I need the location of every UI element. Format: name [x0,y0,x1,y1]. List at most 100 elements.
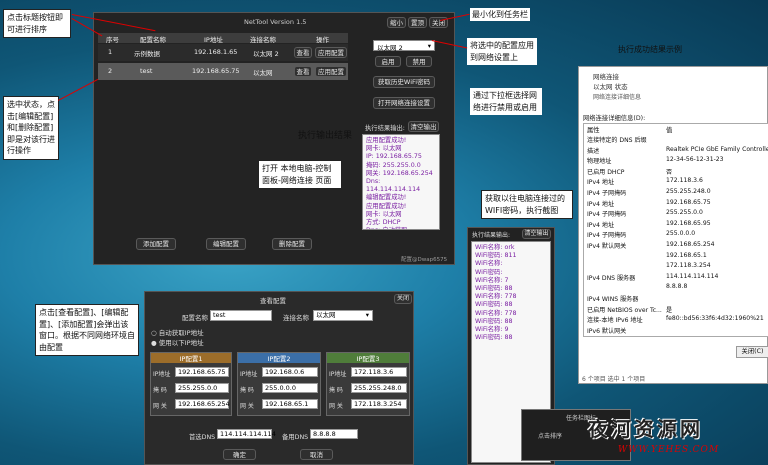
ip-group-3: IP配置3 IP地址 172.118.3.6 掩 码 255.255.248.0… [326,352,410,416]
apply-config-button[interactable]: 应用配置 [315,66,347,77]
netwin-title: 网络连接 [593,73,619,81]
window-title: NetTool Version 1.5 [244,18,307,26]
edit-config-button[interactable]: 编辑配置 [206,238,246,250]
ip-label: IP地址 [329,371,347,378]
netwin-prop: IPv4 DNS 服务器 [587,274,636,282]
netwin-detail-row: IPv4 子网掩码 255.255.248.0 [587,188,767,197]
add-config-button[interactable]: 添加配置 [136,238,176,250]
view-button[interactable]: 查看 [294,66,312,77]
col-header-conn[interactable]: 连接名称 [250,34,276,44]
wifi-output-line: WiFi密码: 88 [475,317,513,325]
netwin-prop: IPv4 地址 [587,179,615,187]
netwin-prop: IPv4 WINS 服务器 [587,296,639,303]
col-header-name[interactable]: 配置名称 [140,34,166,44]
netwin-prop: IPv4 子网掩码 [587,190,627,197]
mask-input[interactable]: 255.255.0.0 [175,383,229,393]
ip-label: IP地址 [240,371,258,378]
netwin-value: 255.255.0.0 [666,209,703,217]
netwin-value: 172.118.3.254 [666,262,711,270]
output-line: 网关: 192.168.65.254 [366,169,433,177]
dialog-close-button[interactable]: 关闭 [394,294,412,304]
radio-manual[interactable]: ● 使用以下IP地址 [151,337,204,347]
ok-button[interactable]: 确定 [223,449,256,460]
network-details-window: 网络连接 以太网 状态 网络连接详细信息 网络连接详细信息(D): 属性 值 连… [578,66,768,384]
dialog-title: 查看配置 [260,297,286,305]
netwin-prop: 已启用 NetBIOS over Tc... [587,306,662,314]
wifi-output-line: WiFi密码: [475,268,503,276]
netwin-value: 否 [666,168,673,176]
col-header-action[interactable]: 操作 [316,34,329,44]
radio-auto-label: 自动获取IP地址 [158,329,204,337]
open-netset-button[interactable]: 打开网络连接设置 [373,97,435,109]
netwin-detail-row: IPv4 地址 192.168.65.95 [587,220,767,229]
note-result-example: 执行成功结果示例 [618,45,682,54]
row-conn: 以太网 2 [253,50,279,58]
netwin-detail-row: 连接-本地 IPv6 地址 fe80::bd56:33f6:4d32:1960%2… [587,315,767,324]
topmost-button[interactable]: 置顶 [408,17,427,28]
netwin-value: 255.0.0.0 [666,230,696,238]
netwin-value: 255.255.248.0 [666,188,711,195]
netwin-prop: 物理地址 [587,158,612,166]
apply-config-button[interactable]: 应用配置 [315,47,347,58]
ip-input[interactable]: 192.168.0.6 [262,367,318,377]
dns1-label: 首选DNS [189,434,216,441]
mask-input[interactable]: 255.0.0.0 [262,383,318,393]
row-no: 2 [108,67,113,75]
netwin-detail-label: 网络连接详细信息(D): [583,115,646,122]
wifi-output-line: WiFi名称: [475,260,503,268]
netwin-value: fe80::bd56:33f6:4d32:1960%21 [666,315,764,323]
minimize-button[interactable]: 缩小 [387,17,406,28]
netwin-prop: IPv6 默认网关 [587,327,627,335]
dns2-input[interactable]: 8.8.8.8 [310,429,358,439]
netwin-detail-row: 已启用 NetBIOS over Tc... 是 [587,305,767,314]
gateway-input[interactable]: 172.118.3.254 [351,399,407,409]
delete-config-button[interactable]: 删除配置 [272,238,312,250]
gateway-label: 网 关 [240,403,254,410]
table-row-selected[interactable]: 2 test 192.168.65.75 以太网 查看 应用配置 [98,63,348,80]
dns1-input[interactable]: 114.114.114.114 [217,429,276,439]
netwin-value: 114.114.114.114 [666,272,719,280]
netwin-prop: 连接-本地 IPv6 地址 [587,317,643,325]
ip-input[interactable]: 192.168.65.75 [175,367,229,377]
watermark-logo: 夜河资源网 [588,417,703,441]
netwin-detail-row: IPv4 地址 192.168.65.75 [587,199,767,208]
row-no: 1 [108,48,113,56]
output-line: 方式: DHCP [366,219,401,227]
adapter-select[interactable]: 以太网 2 ▾ [373,40,435,52]
mask-input[interactable]: 255.255.248.0 [351,383,407,393]
netwin-detail-list: 属性 值 连接特定的 DNS 后缀 描述 Realtek PCIe GbE Fami… [583,123,768,337]
netwin-prop: IPv4 默认网关 [587,243,627,250]
output-line: 应用配置成功! [366,137,407,144]
netwin-detail-row: IPv4 地址 172.118.3.6 [587,177,767,186]
table-row[interactable]: 1 示例数据 192.168.1.65 以太网 2 查看 应用配置 [98,44,348,61]
radio-auto[interactable]: ○ 自动获取IP地址 [151,327,204,337]
netwin-detail-row: IPv4 DNS 服务器 114.114.114.114 [587,273,767,282]
note-apply: 将选中的配置应用到网络设置上 [467,38,537,66]
note-minimize: 最小化到任务栏 [470,8,530,22]
wifi-clear-button[interactable]: 清空输出 [522,229,551,239]
netwin-prop: 描述 [587,147,600,155]
cancel-button[interactable]: 取消 [300,449,333,460]
tooltip-text: 点击排序 [538,433,563,440]
view-button[interactable]: 查看 [294,47,312,58]
disable-button[interactable]: 禁用 [406,56,432,67]
conn-name-select[interactable]: 以太网 ▾ [313,310,373,321]
enable-button[interactable]: 启用 [375,56,401,67]
footer-credit: 配置@Dwap6575 [401,257,448,263]
config-name-input[interactable]: test [210,310,272,321]
row-name: test [140,67,153,75]
col-header-ip[interactable]: IP地址 [204,34,223,44]
wifi-password-button[interactable]: 获取历史WiFi密码 [373,76,435,88]
netwin-close-button[interactable]: 关闭(C) [736,346,768,358]
conn-name-value: 以太网 [316,311,336,319]
nettool-main-window: NetTool Version 1.5 缩小 置顶 关闭 序号 配置名称 IP地… [93,12,455,265]
gateway-input[interactable]: 192.168.65.1 [262,399,318,409]
output-line: IP: 192.168.65.75 [366,153,422,161]
chevron-down-icon: ▾ [365,311,369,319]
netwin-prop: IPv4 地址 [587,200,615,208]
gateway-input[interactable]: 192.168.65.254 [175,399,230,409]
ip-input[interactable]: 172.118.3.6 [351,367,407,377]
col-header-no[interactable]: 序号 [106,34,119,44]
clear-output-button[interactable]: 清空输出 [408,121,439,132]
wifi-output-line: WiFi密码: 88 [475,334,513,342]
